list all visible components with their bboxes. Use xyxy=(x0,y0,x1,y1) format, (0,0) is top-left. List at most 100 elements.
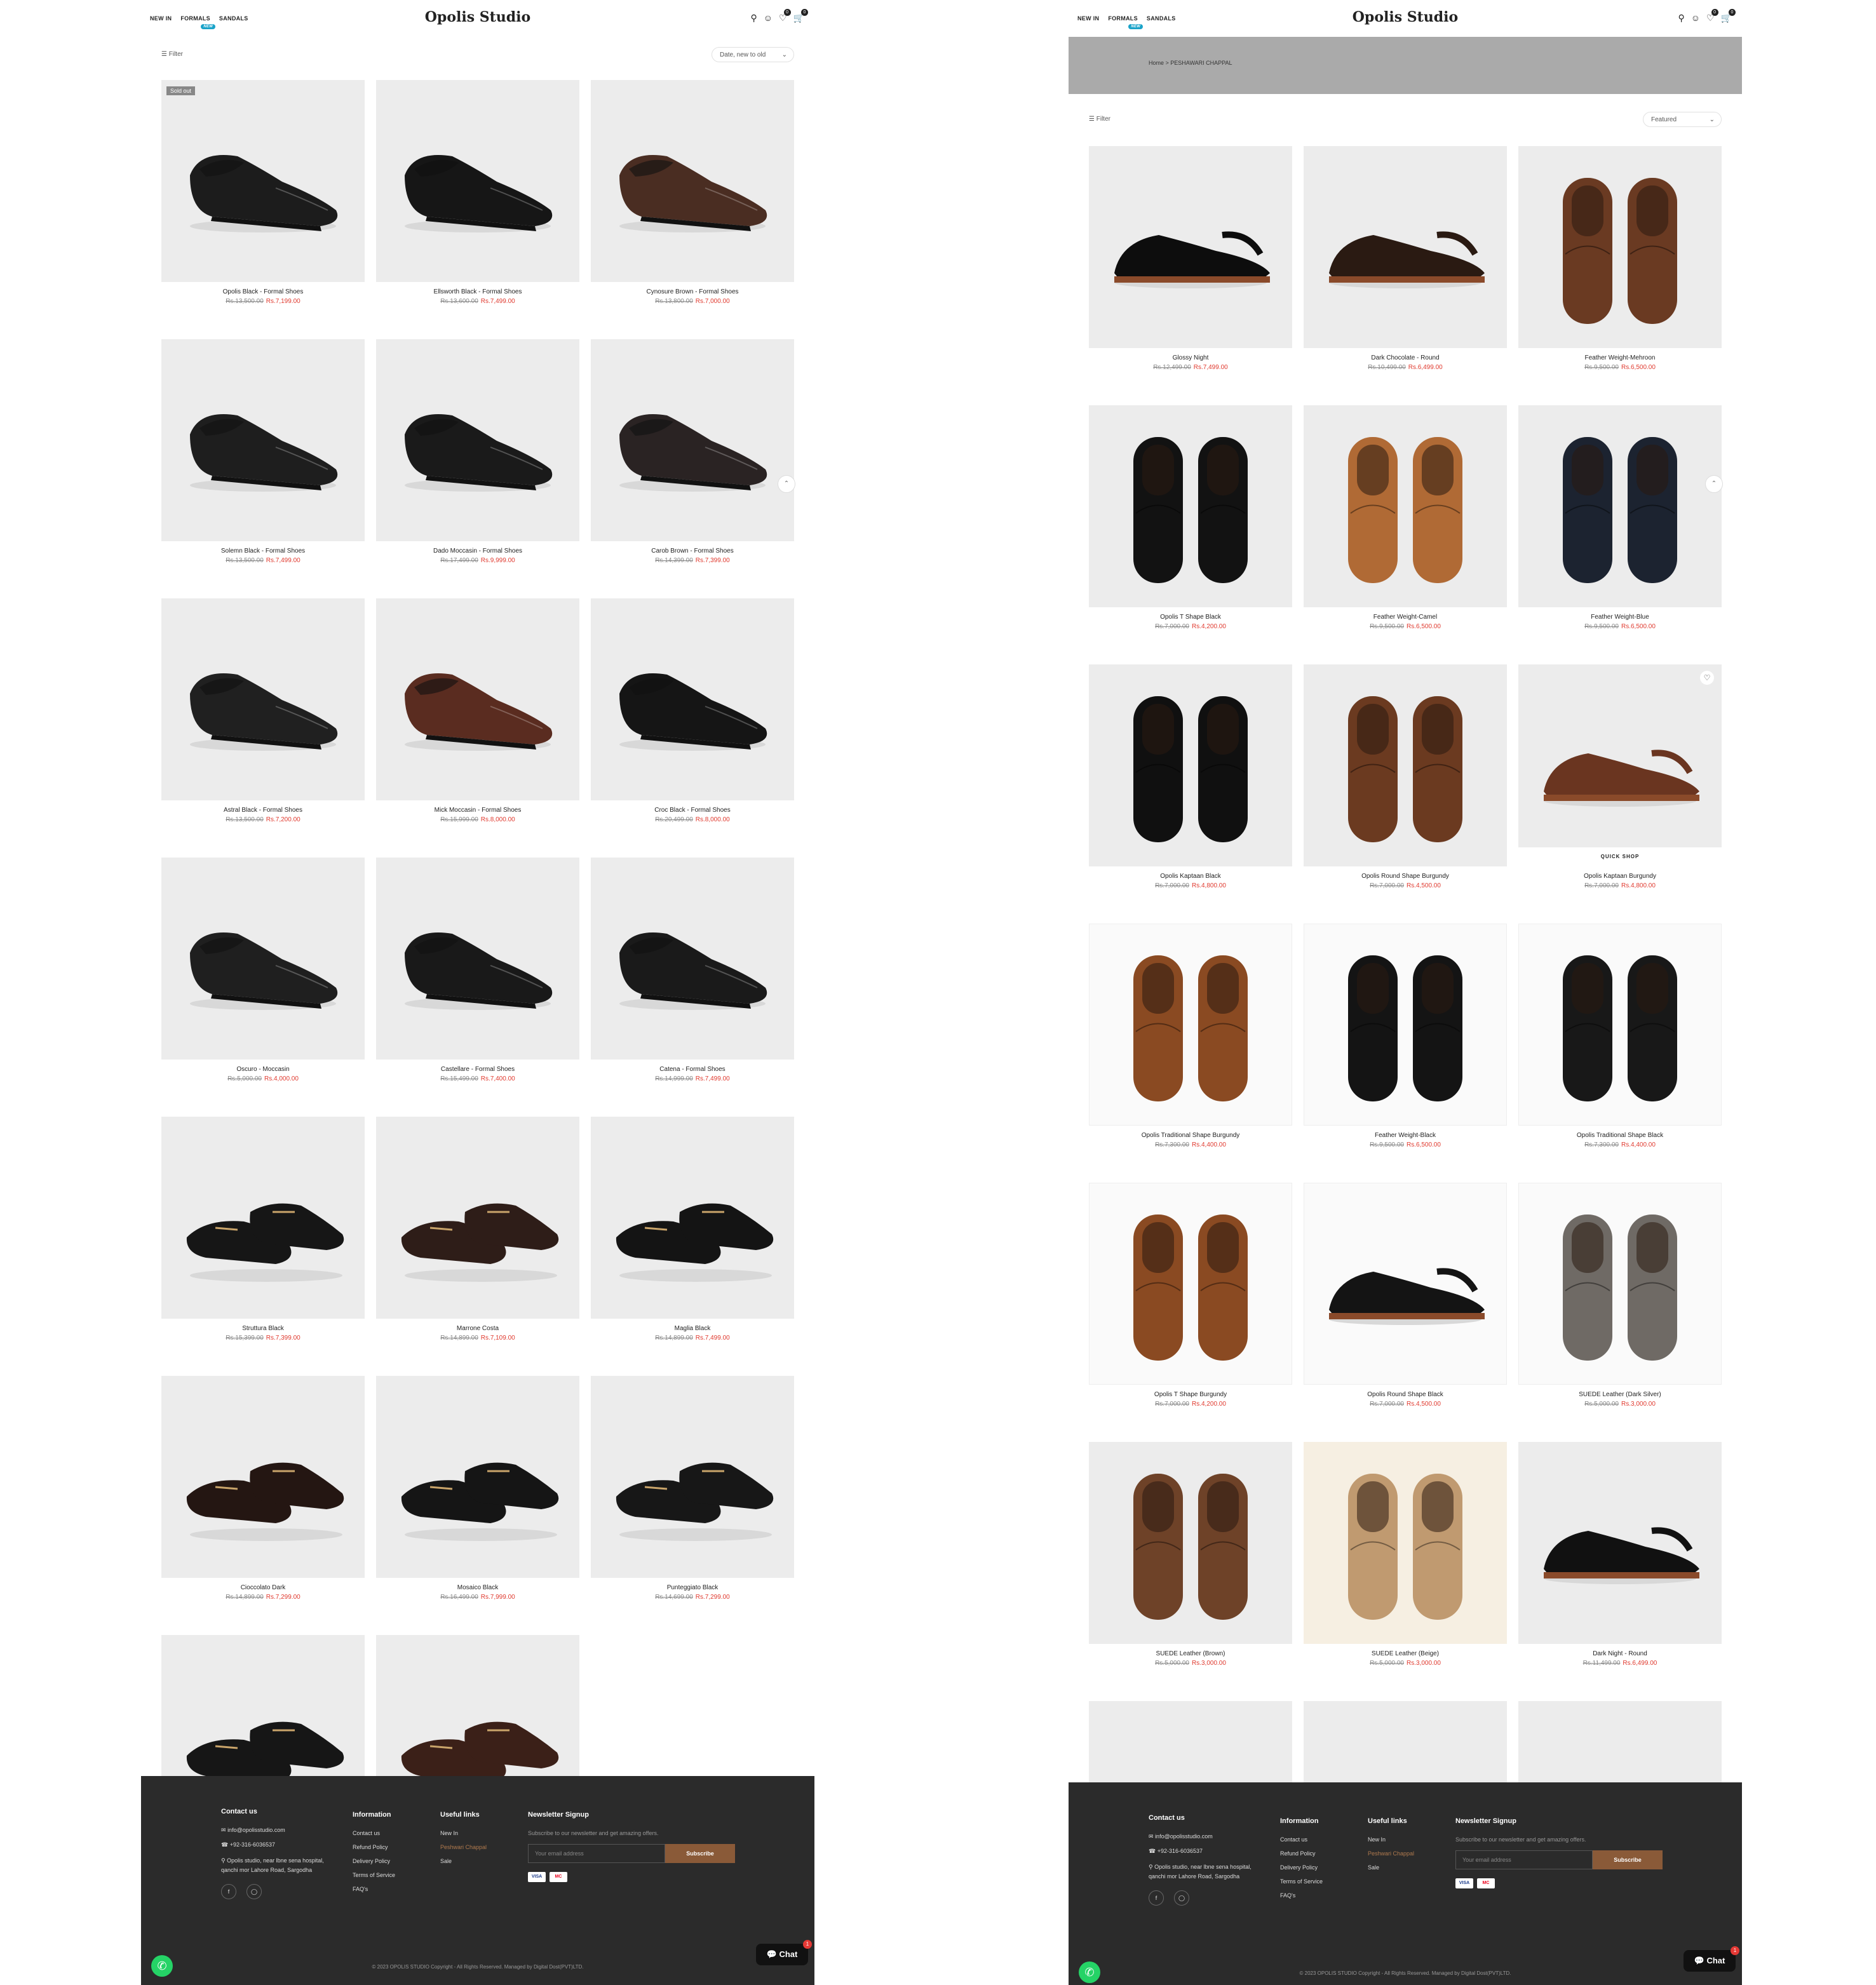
cart-icon[interactable]: 🛒 0 xyxy=(1721,9,1736,24)
product-image[interactable] xyxy=(161,1376,365,1578)
product-card[interactable]: Glossy Night Rs.12,499.00 Rs.7,499.00 xyxy=(1089,146,1292,371)
product-image[interactable] xyxy=(591,339,794,541)
product-card[interactable]: Opolis T Shape Black Rs.7,000.00 Rs.4,200.… xyxy=(1089,405,1292,630)
footer-info-link[interactable]: Delivery Policy xyxy=(353,1858,395,1864)
product-name[interactable]: Croc Black - Formal Shoes xyxy=(591,807,794,814)
product-card[interactable]: Dado Moccasin - Formal Shoes Rs.17,499.00… xyxy=(376,339,579,564)
product-card[interactable]: Astral Black - Formal Shoes Rs.13,500.00 R… xyxy=(161,598,365,823)
product-card[interactable]: Feather Weight-Blue Rs.9,500.00 Rs.6,500.0… xyxy=(1518,405,1722,630)
product-name[interactable]: Opolis Kaptaan Burgundy xyxy=(1518,873,1722,880)
newsletter-email-input[interactable]: Your email address xyxy=(528,1844,665,1863)
product-name[interactable]: Carob Brown - Formal Shoes xyxy=(591,548,794,555)
product-name[interactable]: Feather Weight-Mehroon xyxy=(1518,354,1722,361)
subscribe-button[interactable]: Subscribe xyxy=(1593,1850,1663,1869)
product-name[interactable]: Catena - Formal Shoes xyxy=(591,1066,794,1073)
product-card[interactable]: Cioccolato Dark Rs.14,899.00 Rs.7,299.00 xyxy=(161,1376,365,1601)
product-image[interactable] xyxy=(1089,1442,1292,1644)
product-image[interactable] xyxy=(376,339,579,541)
product-name[interactable]: Marrone Costa xyxy=(376,1325,579,1332)
product-card[interactable]: Mosaico Black Rs.16,499.00 Rs.7,999.00 xyxy=(376,1376,579,1601)
product-card[interactable]: SUEDE Leather (Beige) Rs.5,000.00 Rs.3,000… xyxy=(1304,1442,1507,1667)
wishlist-icon[interactable]: ♡ 0 xyxy=(779,9,791,24)
whatsapp-icon[interactable]: ✆ xyxy=(151,1955,173,1977)
product-image[interactable] xyxy=(591,598,794,800)
heart-icon[interactable]: ♡ xyxy=(1700,671,1714,685)
product-image[interactable] xyxy=(591,858,794,1060)
product-name[interactable]: Cynosure Brown - Formal Shoes xyxy=(591,288,794,295)
whatsapp-icon[interactable]: ✆ xyxy=(1079,1961,1100,1983)
product-name[interactable]: Solemn Black - Formal Shoes xyxy=(161,548,365,555)
product-name[interactable]: Astral Black - Formal Shoes xyxy=(161,807,365,814)
account-icon[interactable]: ☺ xyxy=(764,13,773,24)
product-card[interactable]: Opolis T Shape Burgundy Rs.7,000.00 Rs.4,2… xyxy=(1089,1183,1292,1408)
product-image[interactable] xyxy=(591,80,794,282)
sort-select[interactable]: Featured ⌄ xyxy=(1643,112,1722,127)
product-name[interactable]: Mick Moccasin - Formal Shoes xyxy=(376,807,579,814)
filter-button[interactable]: ☰ Filter xyxy=(1089,116,1110,123)
product-name[interactable]: Opolis Round Shape Burgundy xyxy=(1304,873,1507,880)
product-image[interactable] xyxy=(1304,1183,1507,1385)
product-card[interactable]: Sold out Opolis Black - Formal Shoes Rs.13… xyxy=(161,80,365,305)
product-card[interactable]: SUEDE Leather (Brown) Rs.5,000.00 Rs.3,000… xyxy=(1089,1442,1292,1667)
product-card[interactable]: Feather Weight-Black Rs.9,500.00 Rs.6,500.… xyxy=(1304,924,1507,1148)
product-card[interactable]: Ellsworth Black - Formal Shoes Rs.13,600.… xyxy=(376,80,579,305)
product-image[interactable] xyxy=(1304,1442,1507,1644)
product-image[interactable] xyxy=(591,1117,794,1319)
instagram-icon[interactable]: ◯ xyxy=(1174,1890,1189,1906)
facebook-icon[interactable]: f xyxy=(221,1884,236,1899)
footer-info-link[interactable]: FAQ's xyxy=(353,1886,395,1892)
product-image[interactable] xyxy=(376,1117,579,1319)
footer-useful-link[interactable]: New In xyxy=(1368,1836,1414,1843)
product-image[interactable] xyxy=(1304,924,1507,1126)
product-image[interactable] xyxy=(161,598,365,800)
product-card[interactable]: Marrone Costa Rs.14,899.00 Rs.7,109.00 xyxy=(376,1117,579,1342)
product-image[interactable] xyxy=(1518,924,1722,1126)
product-card[interactable]: Opolis Traditional Shape Burgundy Rs.7,30… xyxy=(1089,924,1292,1148)
product-image[interactable] xyxy=(1089,924,1292,1126)
footer-info-link[interactable]: Terms of Service xyxy=(353,1872,395,1878)
product-image[interactable]: Sold out xyxy=(161,80,365,282)
product-image[interactable] xyxy=(1518,1183,1722,1385)
footer-info-link[interactable]: Contact us xyxy=(1280,1836,1323,1843)
product-name[interactable]: SUEDE Leather (Brown) xyxy=(1089,1650,1292,1657)
product-card[interactable]: Mick Moccasin - Formal Shoes Rs.15,999.00… xyxy=(376,598,579,823)
product-name[interactable]: SUEDE Leather (Beige) xyxy=(1304,1650,1507,1657)
product-name[interactable]: Opolis Traditional Shape Black xyxy=(1518,1132,1722,1139)
chat-button[interactable]: 💬 Chat 1 xyxy=(1684,1946,1739,1972)
product-name[interactable]: Ellsworth Black - Formal Shoes xyxy=(376,288,579,295)
product-card[interactable]: Feather Weight-Camel Rs.9,500.00 Rs.6,500.… xyxy=(1304,405,1507,630)
product-card[interactable]: Punteggiato Black Rs.14,699.00 Rs.7,299.00 xyxy=(591,1376,794,1601)
footer-info-link[interactable]: Terms of Service xyxy=(1280,1878,1323,1885)
product-name[interactable]: SUEDE Leather (Dark Silver) xyxy=(1518,1391,1722,1398)
product-name[interactable]: Feather Weight-Camel xyxy=(1304,614,1507,621)
product-name[interactable]: Cioccolato Dark xyxy=(161,1584,365,1591)
product-name[interactable]: Opolis Traditional Shape Burgundy xyxy=(1089,1132,1292,1139)
product-card[interactable]: Castellare - Formal Shoes Rs.15,499.00 Rs.… xyxy=(376,858,579,1082)
product-image[interactable] xyxy=(161,858,365,1060)
product-image[interactable] xyxy=(1089,405,1292,607)
cart-icon[interactable]: 🛒 0 xyxy=(793,9,808,24)
scroll-top-button[interactable]: ⌃ xyxy=(1705,475,1723,493)
breadcrumb[interactable]: Home > PESHAWARI CHAPPAL xyxy=(1149,60,1232,66)
instagram-icon[interactable]: ◯ xyxy=(246,1884,262,1899)
product-image[interactable] xyxy=(1518,1442,1722,1644)
newsletter-email-input[interactable]: Your email address xyxy=(1455,1850,1593,1869)
product-card[interactable]: Carob Brown - Formal Shoes Rs.14,399.00 Rs… xyxy=(591,339,794,564)
footer-useful-link[interactable]: Sale xyxy=(1368,1864,1414,1871)
footer-email[interactable]: info@opolisstudio.com xyxy=(1155,1833,1213,1840)
scroll-top-button[interactable]: ⌃ xyxy=(778,475,795,493)
product-name[interactable]: Maglia Black xyxy=(591,1325,794,1332)
product-image[interactable] xyxy=(591,1376,794,1578)
product-card[interactable]: Dark Night - Round Rs.11,499.00 Rs.6,499.0… xyxy=(1518,1442,1722,1667)
product-name[interactable]: Opolis Black - Formal Shoes xyxy=(161,288,365,295)
product-name[interactable]: Dado Moccasin - Formal Shoes xyxy=(376,548,579,555)
product-card[interactable]: Opolis Round Shape Burgundy Rs.7,000.00 Rs… xyxy=(1304,664,1507,889)
product-name[interactable]: Feather Weight-Blue xyxy=(1518,614,1722,621)
wishlist-icon[interactable]: ♡ 0 xyxy=(1706,9,1718,24)
footer-info-link[interactable]: Contact us xyxy=(353,1830,395,1836)
footer-useful-link[interactable]: New In xyxy=(440,1830,487,1836)
product-card[interactable]: Catena - Formal Shoes Rs.14,999.00 Rs.7,49… xyxy=(591,858,794,1082)
subscribe-button[interactable]: Subscribe xyxy=(665,1844,735,1863)
product-card[interactable]: Solemn Black - Formal Shoes Rs.13,500.00 R… xyxy=(161,339,365,564)
product-card[interactable]: Dark Chocolate - Round Rs.10,499.00 Rs.6,4… xyxy=(1304,146,1507,371)
